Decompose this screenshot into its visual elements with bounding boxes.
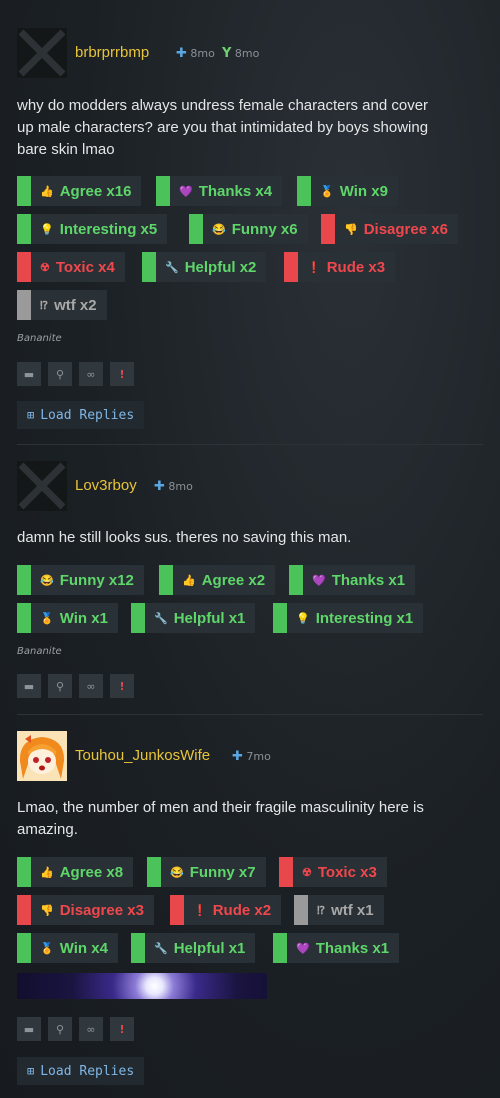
lightbulb-icon: 💡 — [40, 223, 54, 236]
heart-icon: 💜 — [179, 185, 193, 198]
rating-interesting[interactable]: 💡 Interesting x1 — [273, 603, 424, 633]
divider — [17, 444, 483, 445]
post-age: ✚ 8mo — [176, 46, 215, 61]
wrench-icon: 🔧 — [165, 261, 179, 274]
link-icon[interactable]: ∞ — [79, 1017, 103, 1041]
rating-helpful[interactable]: 🔧 Helpful x1 — [131, 603, 256, 633]
username[interactable]: Touhou_JunkosWife — [75, 747, 210, 764]
wrench-icon: 🔧 — [154, 942, 168, 955]
rating-win[interactable]: 🏅 Win x9 — [297, 176, 398, 206]
comment-icon[interactable]: ▬ — [17, 1017, 41, 1041]
rating-disagree[interactable]: 👎 Disagree x3 — [17, 895, 154, 925]
plus-icon: ✚ — [154, 479, 165, 494]
avatar-placeholder[interactable] — [17, 461, 67, 511]
lightbulb-icon: 💡 — [296, 612, 310, 625]
username[interactable]: brbrprrbmp — [75, 44, 149, 61]
rating-wtf[interactable]: ⁉ wtf x2 — [17, 290, 107, 320]
thumbs-up-icon: 👍 — [40, 185, 54, 198]
load-replies-button[interactable]: ⊞ Load Replies — [17, 401, 145, 429]
rating-win[interactable]: 🏅 Win x4 — [17, 933, 118, 963]
thumbs-down-icon: 👎 — [40, 904, 54, 917]
rating-disagree[interactable]: 👎 Disagree x6 — [321, 214, 458, 244]
user-icon[interactable]: ⚲ — [48, 1017, 72, 1041]
thumbs-up-icon: 👍 — [182, 574, 196, 587]
medal-icon: 🏅 — [320, 185, 334, 198]
comment-actions: ▬ ⚲ ∞ ! — [17, 674, 134, 698]
trophy-age: Y 8mo — [222, 46, 260, 61]
rating-rude[interactable]: ❗ Rude x3 — [284, 252, 396, 282]
signature: Bananite — [17, 333, 62, 344]
interrobang-icon: ⁉ — [317, 904, 326, 917]
rating-rude[interactable]: ❗ Rude x2 — [170, 895, 282, 925]
avatar-placeholder[interactable] — [17, 28, 67, 78]
trophy-icon: Y — [222, 46, 232, 61]
heart-icon: 💜 — [296, 942, 310, 955]
wrench-icon: 🔧 — [154, 612, 168, 625]
user-icon[interactable]: ⚲ — [48, 362, 72, 386]
signature: Bananite — [17, 646, 62, 657]
comment-text: damn he still looks sus. theres no savin… — [17, 529, 352, 546]
signature-banner-image — [17, 973, 267, 999]
exclamation-icon: ❗ — [307, 261, 321, 274]
user-icon[interactable]: ⚲ — [48, 674, 72, 698]
comment-text: why do modders always undress female cha… — [17, 97, 429, 158]
divider — [17, 714, 483, 715]
plus-icon: ✚ — [232, 749, 243, 764]
rating-thanks[interactable]: 💜 Thanks x4 — [156, 176, 283, 206]
comment-icon[interactable]: ▬ — [17, 362, 41, 386]
expand-icon: ⊞ — [27, 408, 35, 422]
rating-win[interactable]: 🏅 Win x1 — [17, 603, 118, 633]
toxic-icon: ☢ — [302, 866, 312, 879]
rating-helpful[interactable]: 🔧 Helpful x2 — [142, 252, 267, 282]
expand-icon: ⊞ — [27, 1064, 35, 1078]
medal-icon: 🏅 — [40, 612, 54, 625]
rating-funny[interactable]: 😂 Funny x6 — [189, 214, 308, 244]
post-age: ✚ 8mo — [154, 479, 193, 494]
report-icon[interactable]: ! — [110, 362, 134, 386]
rating-toxic[interactable]: ☢ Toxic x4 — [17, 252, 125, 282]
rating-helpful[interactable]: 🔧 Helpful x1 — [131, 933, 256, 963]
medal-icon: 🏅 — [40, 942, 54, 955]
thumbs-up-icon: 👍 — [40, 866, 54, 879]
rating-agree[interactable]: 👍 Agree x16 — [17, 176, 142, 206]
post-age: ✚ 7mo — [232, 749, 271, 764]
thumbs-down-icon: 👎 — [344, 223, 358, 236]
laugh-icon: 😂 — [212, 223, 226, 236]
rating-funny[interactable]: 😂 Funny x7 — [147, 857, 266, 887]
comment-actions: ▬ ⚲ ∞ ! — [17, 1017, 134, 1041]
report-icon[interactable]: ! — [110, 674, 134, 698]
interrobang-icon: ⁉ — [40, 299, 49, 312]
comment-text: Lmao, the number of men and their fragil… — [17, 799, 424, 838]
report-icon[interactable]: ! — [110, 1017, 134, 1041]
load-replies-button[interactable]: ⊞ Load Replies — [17, 1057, 145, 1085]
comment-icon[interactable]: ▬ — [17, 674, 41, 698]
rating-toxic[interactable]: ☢ Toxic x3 — [279, 857, 387, 887]
plus-icon: ✚ — [176, 46, 187, 61]
rating-funny[interactable]: 😂 Funny x12 — [17, 565, 144, 595]
rating-thanks[interactable]: 💜 Thanks x1 — [289, 565, 416, 595]
rating-interesting[interactable]: 💡 Interesting x5 — [17, 214, 168, 244]
heart-icon: 💜 — [312, 574, 326, 587]
username[interactable]: Lov3rboy — [75, 477, 137, 494]
rating-thanks[interactable]: 💜 Thanks x1 — [273, 933, 400, 963]
comment-actions: ▬ ⚲ ∞ ! — [17, 362, 134, 386]
toxic-icon: ☢ — [40, 261, 50, 274]
link-icon[interactable]: ∞ — [79, 674, 103, 698]
laugh-icon: 😂 — [170, 866, 184, 879]
exclamation-icon: ❗ — [193, 904, 207, 917]
rating-wtf[interactable]: ⁉ wtf x1 — [294, 895, 384, 925]
laugh-icon: 😂 — [40, 574, 54, 587]
rating-agree[interactable]: 👍 Agree x2 — [159, 565, 276, 595]
avatar[interactable] — [17, 731, 67, 781]
link-icon[interactable]: ∞ — [79, 362, 103, 386]
rating-agree[interactable]: 👍 Agree x8 — [17, 857, 134, 887]
